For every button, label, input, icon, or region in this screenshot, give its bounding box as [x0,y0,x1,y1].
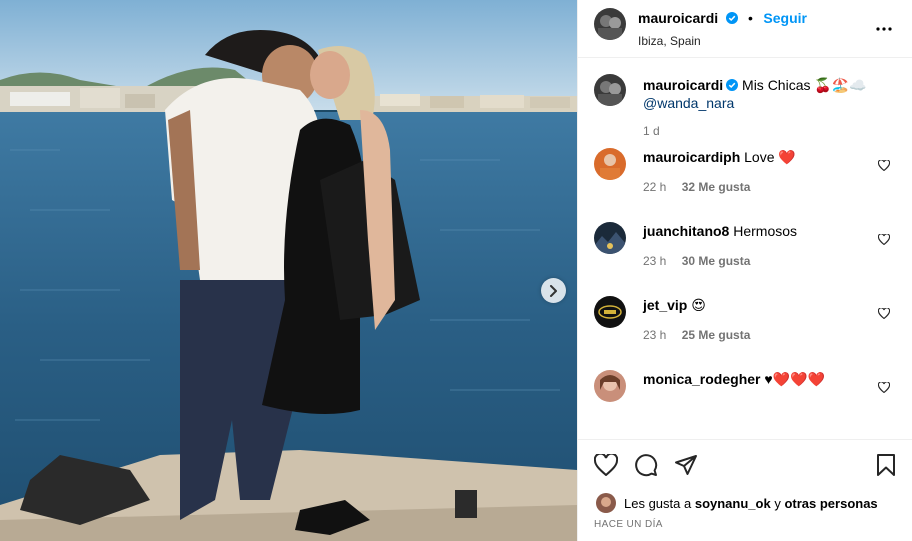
verified-badge-icon [726,79,739,91]
instagram-post-modal: mauroicardi • Seguir Ibiza, Spain mauroi… [0,0,912,541]
comment-likes[interactable]: 32 Me gusta [682,180,751,194]
next-photo-button[interactable] [541,278,566,303]
verified-badge-icon [725,12,738,24]
comment-item: juanchitano8 Hermosos 23 h 30 Me gusta [594,222,896,296]
comment-username[interactable]: mauroicardiph [643,149,740,165]
follow-button[interactable]: Seguir [763,10,807,26]
caption-body: mauroicardi Mis Chicas 🍒🏖️☁️ @wanda_nara… [643,76,896,148]
comment-line: jet_vip 😍 [643,296,896,314]
comment-username[interactable]: juanchitano8 [643,223,729,239]
comment-line: juanchitano8 Hermosos [643,222,896,240]
comment-icon [635,453,658,476]
post-header: mauroicardi • Seguir Ibiza, Spain [578,0,912,58]
avatar-image [594,148,626,180]
heart-icon [877,159,891,172]
comment-text: 😍 [691,297,706,313]
commenter-avatar[interactable] [594,370,626,402]
bookmark-icon [877,454,895,476]
comment-text: ♥❤️❤️❤️ [764,371,825,387]
comment-meta: 23 h 25 Me gusta [643,328,896,342]
comment-text: Hermosos [733,223,798,239]
caption-username[interactable]: mauroicardi [643,77,723,93]
post-photo[interactable] [0,0,577,541]
likes-summary: Les gusta a soynanu_ok y otras personas [578,489,912,517]
commenter-avatar[interactable] [594,222,626,254]
avatar-image [594,370,626,402]
heart-icon [877,307,891,320]
share-icon [675,454,697,475]
separator-dot: • [748,10,753,26]
comment-text: Love ❤️ [744,149,796,165]
comment-body: juanchitano8 Hermosos 23 h 30 Me gusta [643,222,896,296]
liker-username[interactable]: soynanu_ok [695,496,771,511]
more-options-icon [876,27,892,31]
post-location[interactable]: Ibiza, Spain [638,34,807,48]
comment-time[interactable]: 23 h [643,254,666,268]
comment-line: mauroicardiph Love ❤️ [643,148,896,166]
post-actions [578,439,912,489]
caption-mention[interactable]: @wanda_nara [643,95,734,111]
comment-time[interactable]: 22 h [643,180,666,194]
avatar-image [594,296,626,328]
comment-time[interactable]: 23 h [643,328,666,342]
caption-line: mauroicardi Mis Chicas 🍒🏖️☁️ @wanda_nara [643,76,896,112]
comment-body: monica_rodegher ♥❤️❤️❤️ [643,370,896,410]
post-side-panel: mauroicardi • Seguir Ibiza, Spain mauroi… [577,0,912,541]
comment-item: jet_vip 😍 23 h 25 Me gusta [594,296,896,370]
like-comment-button[interactable] [877,158,891,176]
avatar-image [594,222,626,254]
likes-others-link[interactable]: otras personas [784,496,877,511]
heart-icon [594,453,618,476]
avatar-image [594,74,626,106]
like-button[interactable] [594,453,618,476]
share-button[interactable] [674,453,698,477]
comment-body: jet_vip 😍 23 h 25 Me gusta [643,296,896,370]
comment-body: mauroicardiph Love ❤️ 22 h 32 Me gusta [643,148,896,222]
caption-text: Mis Chicas 🍒🏖️☁️ [742,77,867,93]
like-comment-button[interactable] [877,380,891,398]
likes-conj: y [774,495,781,511]
avatar-image [594,8,626,40]
commenter-avatar[interactable] [594,296,626,328]
comment-meta: 23 h 30 Me gusta [643,254,896,268]
caption-time[interactable]: 1 d [643,124,660,138]
comment-username[interactable]: jet_vip [643,297,687,313]
post-caption: mauroicardi Mis Chicas 🍒🏖️☁️ @wanda_nara… [594,74,896,148]
heart-icon [877,233,891,246]
save-button[interactable] [876,454,896,481]
comment-button[interactable] [634,453,658,477]
heart-icon [877,381,891,394]
author-username[interactable]: mauroicardi [638,10,718,26]
comment-username[interactable]: monica_rodegher [643,371,760,387]
comment-meta: 22 h 32 Me gusta [643,180,896,194]
caption-meta: 1 d [643,124,896,138]
comment-item: mauroicardiph Love ❤️ 22 h 32 Me gusta [594,148,896,222]
comments-list[interactable]: mauroicardi Mis Chicas 🍒🏖️☁️ @wanda_nara… [578,58,912,439]
post-timestamp[interactable]: HACE UN DÍA [578,517,912,541]
likes-prefix: Les gusta a [624,495,692,511]
comment-item: monica_rodegher ♥❤️❤️❤️ [594,370,896,410]
photo-scene [0,0,577,541]
post-header-text: mauroicardi • Seguir Ibiza, Spain [638,10,807,48]
comment-likes[interactable]: 30 Me gusta [682,254,751,268]
more-options-button[interactable] [876,18,892,36]
like-comment-button[interactable] [877,232,891,250]
like-comment-button[interactable] [877,306,891,324]
author-avatar[interactable] [594,8,626,40]
avatar-image [596,493,616,513]
chevron-right-icon [549,284,557,297]
commenter-avatar[interactable] [594,148,626,180]
caption-avatar[interactable] [594,74,626,106]
comment-likes[interactable]: 25 Me gusta [682,328,751,342]
liker-avatar[interactable] [596,493,616,513]
comment-line: monica_rodegher ♥❤️❤️❤️ [643,370,896,388]
